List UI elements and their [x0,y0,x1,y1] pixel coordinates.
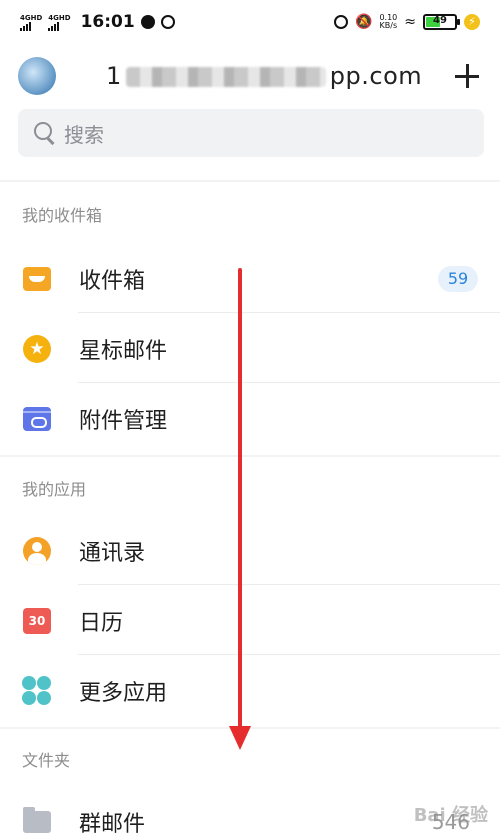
signal-bars-icon [48,21,60,31]
network-type-label: 4GHD [48,13,71,22]
mute-icon: 🔕 [355,14,373,30]
section-title-folders: 文件夹 [22,751,71,770]
network-speed-unit: KB/s [379,21,398,30]
star-icon: ★ [22,334,52,364]
attachment-icon [22,404,52,434]
divider [0,455,500,457]
folder-icon [22,807,52,833]
account-suffix: pp.com [329,62,423,90]
status-bar: 4GHD 4GHD 16:01 🔕 0.10 KB/s ≈ 49 ⚡ [0,0,500,44]
apps-grid-icon [22,676,52,706]
item-label: 通讯录 [79,541,146,566]
account-address[interactable]: 1 pp.com [106,62,422,90]
search-input[interactable]: 搜索 [18,109,484,157]
mailbox-header: 1 pp.com [0,48,500,104]
cellular-signal-1: 4GHD [20,14,42,31]
search-placeholder: 搜索 [64,122,104,147]
battery-percent: 49 [433,15,447,26]
section-title-my-inbox: 我的收件箱 [22,206,103,225]
network-speed: 0.10 KB/s [379,14,397,30]
item-label: 星标邮件 [79,339,168,364]
divider [78,382,500,383]
item-label: 更多应用 [79,681,168,706]
sidebar-item-inbox[interactable]: 收件箱 59 [0,245,500,313]
redacted-blur [125,67,326,87]
divider [0,180,500,182]
divider [78,584,500,585]
divider [78,654,500,655]
sidebar-item-starred[interactable]: ★ 星标邮件 [0,315,500,383]
battery-icon: 49 [423,14,460,30]
divider [78,312,500,313]
status-left: 4GHD 4GHD 16:01 [20,12,175,32]
arrow-head-icon [229,726,251,750]
scroll-down-arrow [238,268,242,730]
status-right: 🔕 0.10 KB/s ≈ 49 ⚡ [334,14,480,30]
account-prefix: 1 [106,62,122,90]
search-icon [34,122,56,144]
charging-icon: ⚡ [464,14,480,30]
watermark: Bai 经验 [413,805,488,826]
signal-bars-icon [20,21,31,31]
alarm-icon [160,15,175,29]
unread-badge: 59 [438,266,478,292]
calendar-icon: 30 [22,606,52,636]
sidebar-item-contacts[interactable]: 通讯录 [0,517,500,585]
wifi-icon: ≈ [404,14,416,30]
cellular-signal-2: 4GHD [48,13,71,31]
sidebar-item-calendar[interactable]: 30 日历 [0,587,500,655]
network-type-label: 4GHD [20,13,43,22]
contacts-icon [22,536,52,566]
notification-icon [140,15,155,29]
item-label: 收件箱 [79,269,146,294]
sidebar-item-more-apps[interactable]: 更多应用 [0,657,500,725]
item-label: 附件管理 [79,409,168,434]
calendar-icon-date: 30 [23,608,51,634]
section-title-my-apps: 我的应用 [22,480,87,499]
avatar[interactable] [18,57,56,95]
add-icon[interactable] [452,61,482,91]
sidebar-item-attachments[interactable]: 附件管理 [0,385,500,453]
item-label: 群邮件 [79,812,146,833]
item-label: 日历 [79,611,124,636]
alarm-clock-icon [334,15,349,29]
clock: 16:01 [80,12,135,32]
inbox-icon [22,264,52,294]
